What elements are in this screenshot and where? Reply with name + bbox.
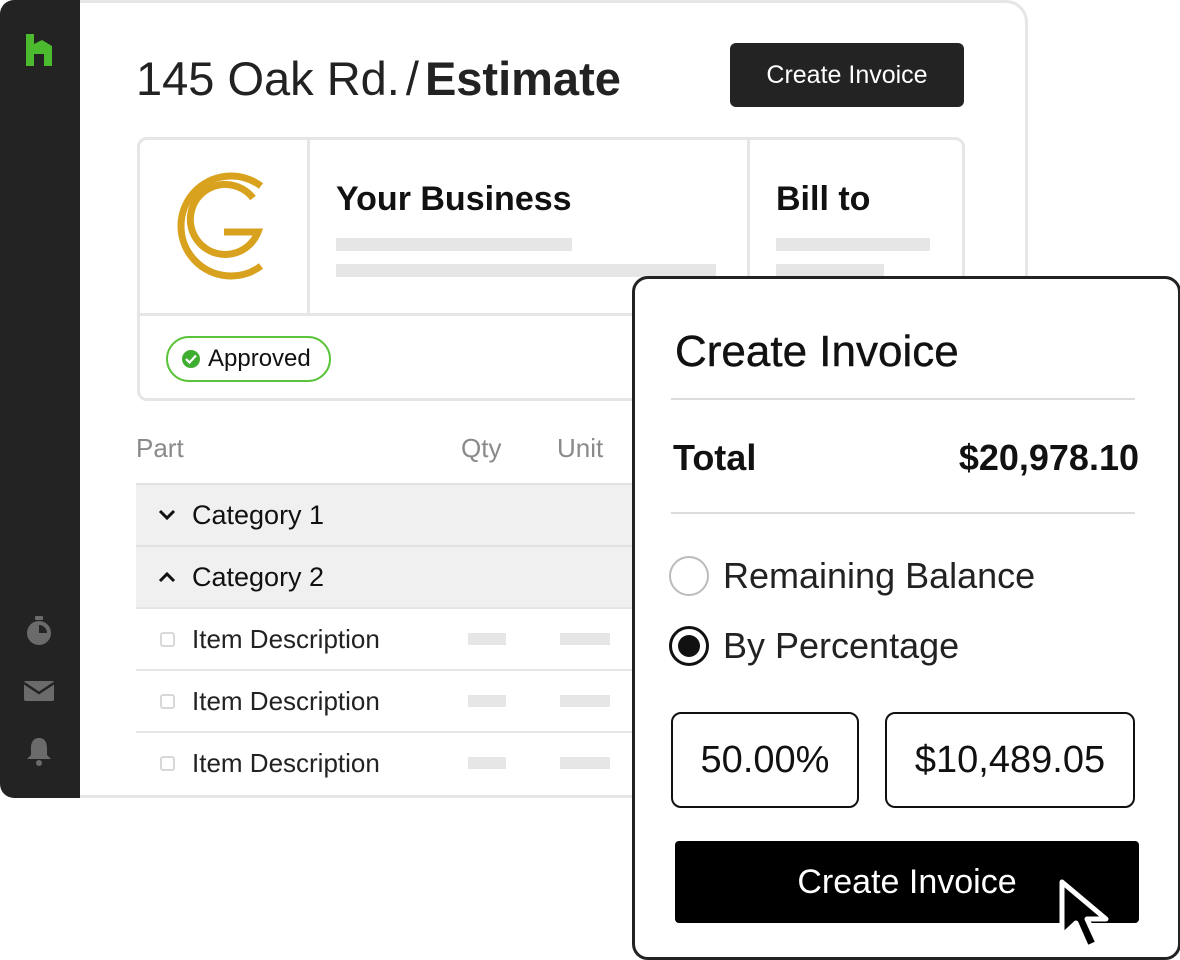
radio-button[interactable] bbox=[669, 556, 709, 596]
check-circle-icon bbox=[182, 350, 200, 368]
mouse-pointer-icon bbox=[1059, 879, 1109, 951]
remaining-balance-option[interactable]: Remaining Balance bbox=[669, 555, 1035, 597]
item-description: Item Description bbox=[192, 685, 380, 716]
option-label: By Percentage bbox=[723, 625, 960, 666]
modal-title: Create Invoice bbox=[675, 327, 959, 376]
category-row[interactable]: Category 1 bbox=[136, 483, 656, 545]
table-row: Item Description bbox=[136, 731, 656, 793]
business-heading: Your Business bbox=[336, 180, 572, 218]
table-row: Item Description bbox=[136, 669, 656, 731]
status-label: Approved bbox=[208, 345, 311, 372]
page-title: 145 Oak Rd. / Estimate bbox=[136, 51, 621, 106]
page-heading: Estimate bbox=[424, 52, 621, 105]
title-separator: / bbox=[405, 52, 419, 105]
item-checkbox[interactable] bbox=[160, 631, 175, 647]
chevron-down-icon[interactable] bbox=[158, 509, 176, 521]
g-brand-logo-icon bbox=[177, 172, 264, 280]
qty-placeholder bbox=[468, 757, 506, 769]
unit-placeholder bbox=[560, 757, 610, 769]
address-label: 145 Oak Rd. bbox=[136, 52, 400, 105]
category-row[interactable]: Category 2 bbox=[136, 545, 656, 607]
bill-to-heading: Bill to bbox=[776, 180, 871, 218]
business-logo-box bbox=[140, 140, 310, 316]
bell-icon[interactable] bbox=[24, 736, 54, 766]
sidebar bbox=[0, 0, 80, 798]
category-label: Category 1 bbox=[192, 499, 325, 530]
divider bbox=[671, 512, 1135, 514]
by-percentage-option[interactable]: By Percentage bbox=[669, 625, 959, 667]
percentage-input[interactable]: 50.00% bbox=[671, 712, 859, 808]
total-value: $20,978.10 bbox=[958, 437, 1139, 478]
placeholder-line bbox=[776, 238, 930, 251]
item-checkbox[interactable] bbox=[160, 755, 175, 771]
divider bbox=[671, 398, 1135, 400]
chevron-up-icon[interactable] bbox=[158, 571, 176, 583]
radio-button-selected[interactable] bbox=[669, 626, 709, 666]
amount-input[interactable]: $10,489.05 bbox=[885, 712, 1135, 808]
create-invoice-modal: Create Invoice Total $20,978.10 Remainin… bbox=[632, 276, 1180, 960]
create-invoice-button[interactable]: Create Invoice bbox=[730, 43, 964, 107]
house-logo-icon[interactable] bbox=[24, 34, 54, 66]
qty-placeholder bbox=[468, 695, 506, 707]
placeholder-line bbox=[336, 238, 572, 251]
unit-placeholder bbox=[560, 695, 610, 707]
column-header-unit: Unit bbox=[557, 433, 604, 463]
timer-icon[interactable] bbox=[24, 616, 54, 646]
item-description: Item Description bbox=[192, 747, 380, 778]
status-badge: Approved bbox=[166, 336, 331, 382]
column-header-qty: Qty bbox=[461, 433, 502, 463]
option-label: Remaining Balance bbox=[723, 555, 1036, 596]
column-header-part: Part bbox=[136, 433, 184, 463]
qty-placeholder bbox=[468, 633, 506, 645]
category-label: Category 2 bbox=[192, 561, 325, 592]
item-checkbox[interactable] bbox=[160, 693, 175, 709]
item-description: Item Description bbox=[192, 623, 380, 654]
total-label: Total bbox=[673, 437, 757, 478]
table-row: Item Description bbox=[136, 607, 656, 669]
mail-icon[interactable] bbox=[24, 676, 54, 706]
unit-placeholder bbox=[560, 633, 610, 645]
